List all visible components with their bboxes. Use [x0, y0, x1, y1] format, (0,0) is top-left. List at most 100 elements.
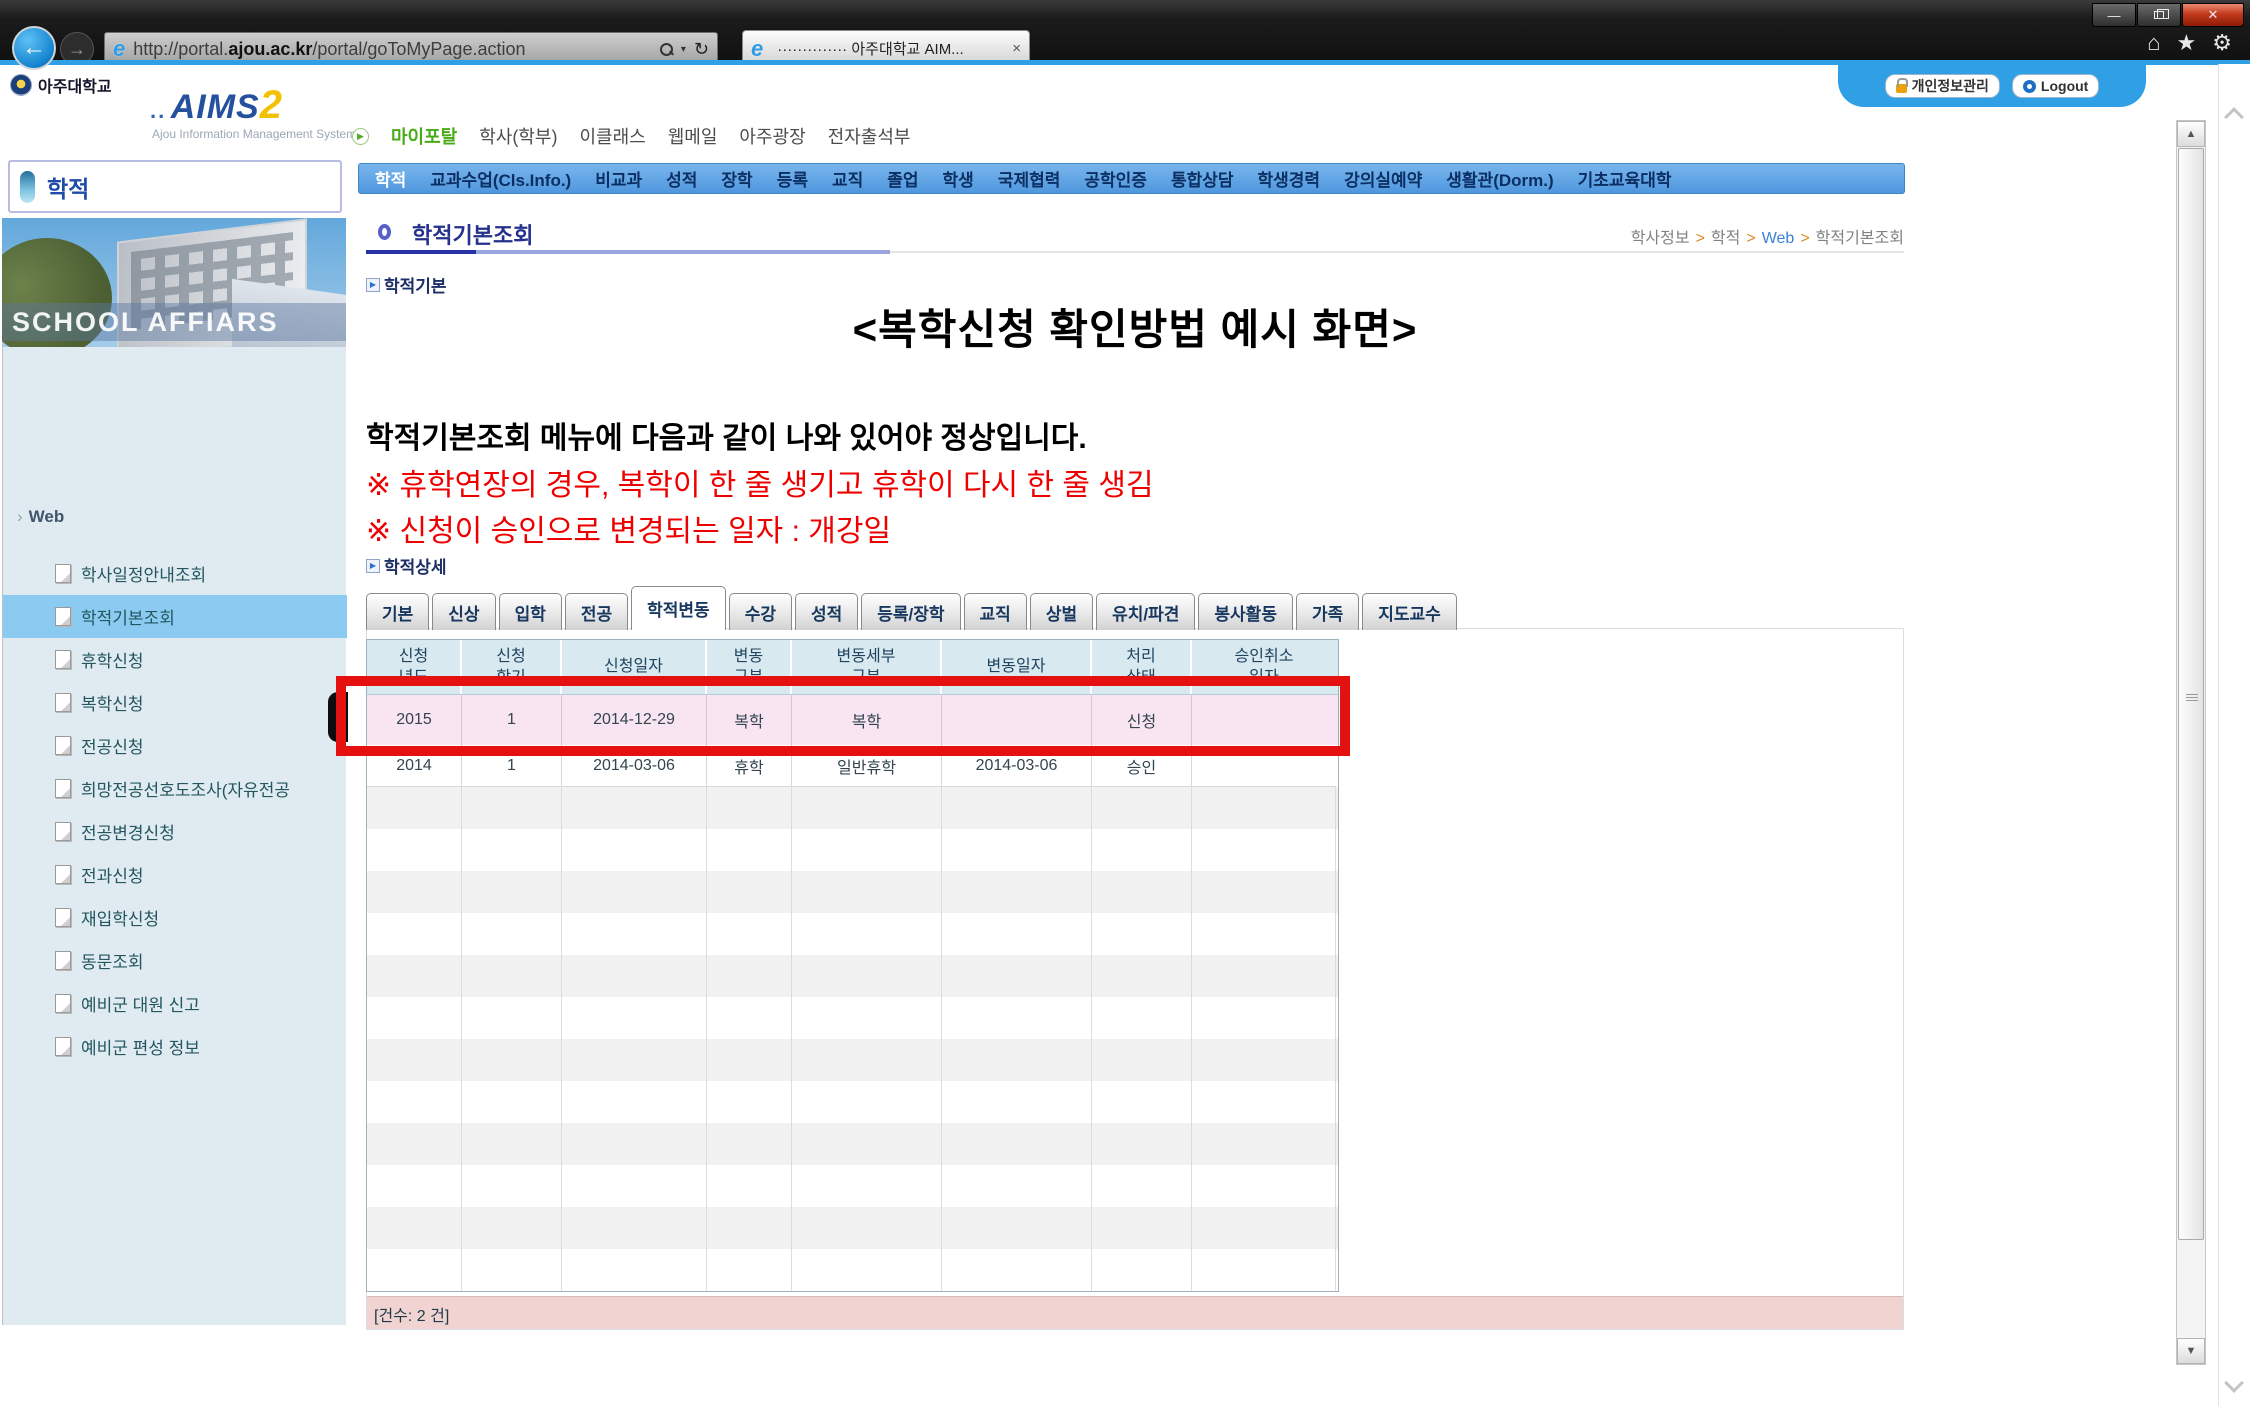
sidebar-item-readmission[interactable]: 재입학신청: [3, 896, 347, 939]
pill-icon: [20, 171, 35, 203]
aims-logo-subtitle: Ajou Information Management System: [152, 127, 356, 141]
nav-webmail[interactable]: 웹메일: [668, 123, 718, 149]
menu-bigyogwa[interactable]: 비교과: [583, 166, 654, 191]
tab-dispatch[interactable]: 유치/파견: [1096, 593, 1195, 630]
menu-gyojik[interactable]: 교직: [820, 166, 875, 191]
aims-logo[interactable]: .. AIMS2: [150, 83, 282, 128]
nav-myportal[interactable]: 마이포탈: [391, 123, 457, 149]
empty-grid-cell: [707, 1123, 792, 1165]
favorites-star-icon[interactable]: ★: [2177, 30, 2197, 56]
empty-grid-cell: [462, 787, 562, 829]
empty-grid-row: [367, 1123, 1338, 1165]
note-red-2: ※ 신청이 승인으로 변경되는 일자 : 개강일: [366, 506, 891, 550]
menu-hakjeok[interactable]: 학적: [363, 166, 418, 191]
sidebar-item-major-change[interactable]: 전공변경신청: [3, 810, 347, 853]
sidebar-item-major-apply[interactable]: 전공신청: [3, 724, 347, 767]
search-icon[interactable]: [660, 43, 673, 56]
tab-enrollment[interactable]: 수강: [729, 593, 792, 630]
empty-grid-cell: [942, 1165, 1092, 1207]
menu-international[interactable]: 국제협력: [986, 166, 1073, 191]
tab-advisor[interactable]: 지도교수: [1362, 593, 1457, 630]
scroll-up-button[interactable]: ▲: [2177, 121, 2205, 147]
sidebar-item-return-apply[interactable]: 복학신청: [3, 681, 347, 724]
chevron-up-icon[interactable]: [2224, 107, 2244, 127]
page-title: 학적기본조회: [412, 218, 533, 250]
tab-major[interactable]: 전공: [565, 593, 628, 630]
sidebar-item-major-preference[interactable]: 희망전공선호도조사(자유전공: [3, 767, 347, 810]
menu-student[interactable]: 학생: [931, 166, 986, 191]
sidebar-item-leave-apply[interactable]: 휴학신청: [3, 638, 347, 681]
document-icon: [55, 951, 71, 970]
page-scrollbar[interactable]: [2218, 64, 2250, 1406]
tab-gyojik[interactable]: 교직: [964, 593, 1027, 630]
empty-grid-cell: [707, 1207, 792, 1249]
menu-basic-education[interactable]: 기초교육대학: [1566, 166, 1684, 191]
empty-grid-cell: [367, 1123, 462, 1165]
tab-personal[interactable]: 신상: [432, 593, 495, 630]
nav-haksa[interactable]: 학사(학부): [479, 123, 557, 149]
menu-grades[interactable]: 성적: [654, 166, 709, 191]
tab-admission[interactable]: 입학: [499, 593, 562, 630]
banner-title: <복학신청 확인방법 예시 화면>: [366, 296, 1904, 357]
tab-grades[interactable]: 성적: [795, 593, 858, 630]
menu-engineering-cert[interactable]: 공학인증: [1072, 166, 1159, 191]
restore-button[interactable]: [2137, 3, 2181, 27]
privacy-button[interactable]: 개인정보관리: [1885, 74, 2000, 98]
portal-header: 아주대학교 .. AIMS2 Ajou Information Manageme…: [0, 65, 2250, 160]
empty-grid-cell: [792, 787, 942, 829]
empty-grid-cell: [1192, 955, 1336, 997]
nav-eclass[interactable]: 이클래스: [579, 123, 645, 149]
tab-basic[interactable]: 기본: [366, 593, 429, 630]
sidebar-item-calendar[interactable]: 학사일정안내조회: [3, 552, 347, 595]
tab-volunteer[interactable]: 봉사활동: [1198, 593, 1293, 630]
empty-grid-cell: [562, 829, 707, 871]
section-arrow-icon: ▶: [366, 278, 380, 292]
content-scrollbar[interactable]: ▲ ▼: [2176, 120, 2206, 1365]
minimize-button[interactable]: —: [2092, 3, 2136, 27]
menu-registration[interactable]: 등록: [765, 166, 820, 191]
tab-record-change[interactable]: 학적변동: [631, 586, 726, 630]
menu-career[interactable]: 학생경력: [1246, 166, 1333, 191]
browser-titlebar: — ✕ ← → e http://portal.ajou.ac.kr/porta…: [0, 0, 2250, 60]
tab-registration-scholarship[interactable]: 등록/장학: [861, 593, 960, 630]
document-icon: [55, 865, 71, 884]
menu-dorm[interactable]: 생활관(Dorm.): [1434, 166, 1565, 191]
scroll-down-button[interactable]: ▼: [2177, 1338, 2205, 1364]
sidebar-item-reserve-info[interactable]: 예비군 편성 정보: [3, 1025, 347, 1068]
menu-courses[interactable]: 교과수업(Cls.Info.): [418, 166, 583, 191]
tab-close-icon[interactable]: ×: [1012, 40, 1021, 57]
empty-grid-cell: [707, 1249, 792, 1291]
document-icon: [55, 607, 71, 626]
sidebar-item-reserve-report[interactable]: 예비군 대원 신고: [3, 982, 347, 1025]
title-bullet-icon: [378, 224, 391, 240]
chevron-down-icon[interactable]: [2224, 1373, 2244, 1393]
back-button[interactable]: ←: [12, 26, 56, 70]
tools-gear-icon[interactable]: ⚙: [2212, 30, 2232, 56]
sidebar-item-transfer[interactable]: 전과신청: [3, 853, 347, 896]
empty-grid-cell: [367, 913, 462, 955]
tab-rewards[interactable]: 상벌: [1030, 593, 1093, 630]
empty-grid-cell: [562, 955, 707, 997]
refresh-icon[interactable]: ↻: [694, 39, 709, 60]
sidebar-item-alumni[interactable]: 동문조회: [3, 939, 347, 982]
sidebar-item-record-inquiry[interactable]: 학적기본조회: [3, 595, 347, 638]
menu-scholarship[interactable]: 장학: [709, 166, 764, 191]
browser-window: — ✕ ← → e http://portal.ajou.ac.kr/porta…: [0, 0, 2250, 1406]
menu-room-reservation[interactable]: 강의실예약: [1332, 166, 1434, 191]
home-icon[interactable]: ⌂: [2147, 30, 2160, 56]
tab-family[interactable]: 가족: [1296, 593, 1359, 630]
empty-grid-cell: [942, 1123, 1092, 1165]
menu-graduation[interactable]: 졸업: [875, 166, 930, 191]
empty-grid-cell: [1192, 1165, 1336, 1207]
close-button[interactable]: ✕: [2182, 3, 2244, 27]
university-name: 아주대학교: [38, 73, 112, 97]
menu-counseling[interactable]: 통합상담: [1159, 166, 1246, 191]
nav-ajou-plaza[interactable]: 아주광장: [739, 123, 805, 149]
empty-grid-cell: [1192, 1081, 1336, 1123]
sidebar-section-web[interactable]: ›Web: [17, 507, 64, 527]
logout-button[interactable]: Logout: [2012, 74, 2099, 98]
search-caret-icon[interactable]: ▾: [681, 44, 686, 55]
scroll-thumb[interactable]: [2178, 148, 2204, 1240]
document-icon: [55, 650, 71, 669]
nav-attendance[interactable]: 전자출석부: [828, 123, 911, 149]
